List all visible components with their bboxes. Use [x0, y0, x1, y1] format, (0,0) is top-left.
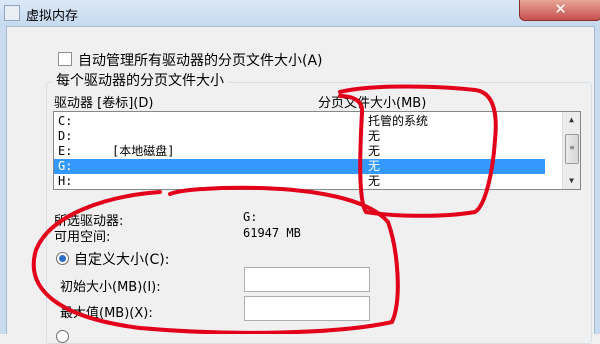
list-scrollbar[interactable]: ▲ ≡ ▼: [562, 112, 580, 189]
close-button[interactable]: ✕: [519, 0, 600, 21]
drive-letter: H:: [58, 174, 73, 188]
scroll-down-arrow-icon[interactable]: ▼: [563, 173, 580, 189]
free-space-value: 61947 MB: [243, 226, 301, 240]
scroll-up-arrow-icon[interactable]: ▲: [563, 112, 580, 128]
drive-letter: D:: [58, 129, 73, 143]
drive-paging-size: 无: [368, 144, 381, 158]
drive-paging-size: 无: [368, 174, 381, 188]
drive-row-d[interactable]: D: 无: [54, 129, 545, 144]
drive-paging-size: 托管的系统: [368, 114, 429, 128]
drive-paging-size: 无: [368, 159, 381, 173]
free-space-label: 可用空间:: [54, 230, 111, 245]
auto-manage-label: 自动管理所有驱动器的分页文件大小(A): [78, 53, 323, 69]
scroll-thumb[interactable]: ≡: [565, 134, 579, 164]
title-bar: 虚拟内存 ✕: [0, 0, 600, 27]
selected-drive-value: G:: [243, 210, 258, 224]
drive-list[interactable]: C: 托管的系统 D: 无 E: [本地磁盘] 无 G: 无 H: 无 ▲ ≡ …: [53, 111, 581, 190]
window-icon: [4, 5, 20, 21]
custom-size-label: 自定义大小(C):: [74, 252, 170, 268]
drive-column-header: 驱动器 [卷标](D): [54, 96, 154, 111]
initial-size-label: 初始大小(MB)(I):: [60, 280, 161, 295]
max-size-input[interactable]: [244, 296, 370, 321]
size-column-header: 分页文件大小(MB): [318, 96, 427, 111]
window-frame-left: [0, 26, 7, 334]
initial-size-input[interactable]: [244, 267, 370, 292]
drive-row-h[interactable]: H: 无: [54, 174, 545, 189]
drive-paging-size: 无: [368, 129, 381, 143]
max-size-label: 最大值(MB)(X):: [60, 306, 153, 321]
drive-row-g[interactable]: G: 无: [54, 159, 545, 174]
auto-manage-checkbox[interactable]: [58, 52, 72, 66]
window-title: 虚拟内存: [26, 9, 79, 24]
drive-volume-label: [本地磁盘]: [112, 144, 175, 158]
group-title: 每个驱动器的分页文件大小: [52, 70, 228, 90]
drive-row-c[interactable]: C: 托管的系统: [54, 114, 545, 129]
system-managed-radio[interactable]: [56, 330, 69, 343]
drive-row-e[interactable]: E: [本地磁盘] 无: [54, 144, 545, 159]
drive-letter: E:: [58, 144, 73, 158]
drive-letter: C:: [58, 114, 73, 128]
window-frame-right: [594, 26, 600, 334]
drive-letter: G:: [58, 159, 73, 173]
custom-size-radio[interactable]: [56, 252, 69, 265]
close-icon: ✕: [554, 0, 567, 18]
